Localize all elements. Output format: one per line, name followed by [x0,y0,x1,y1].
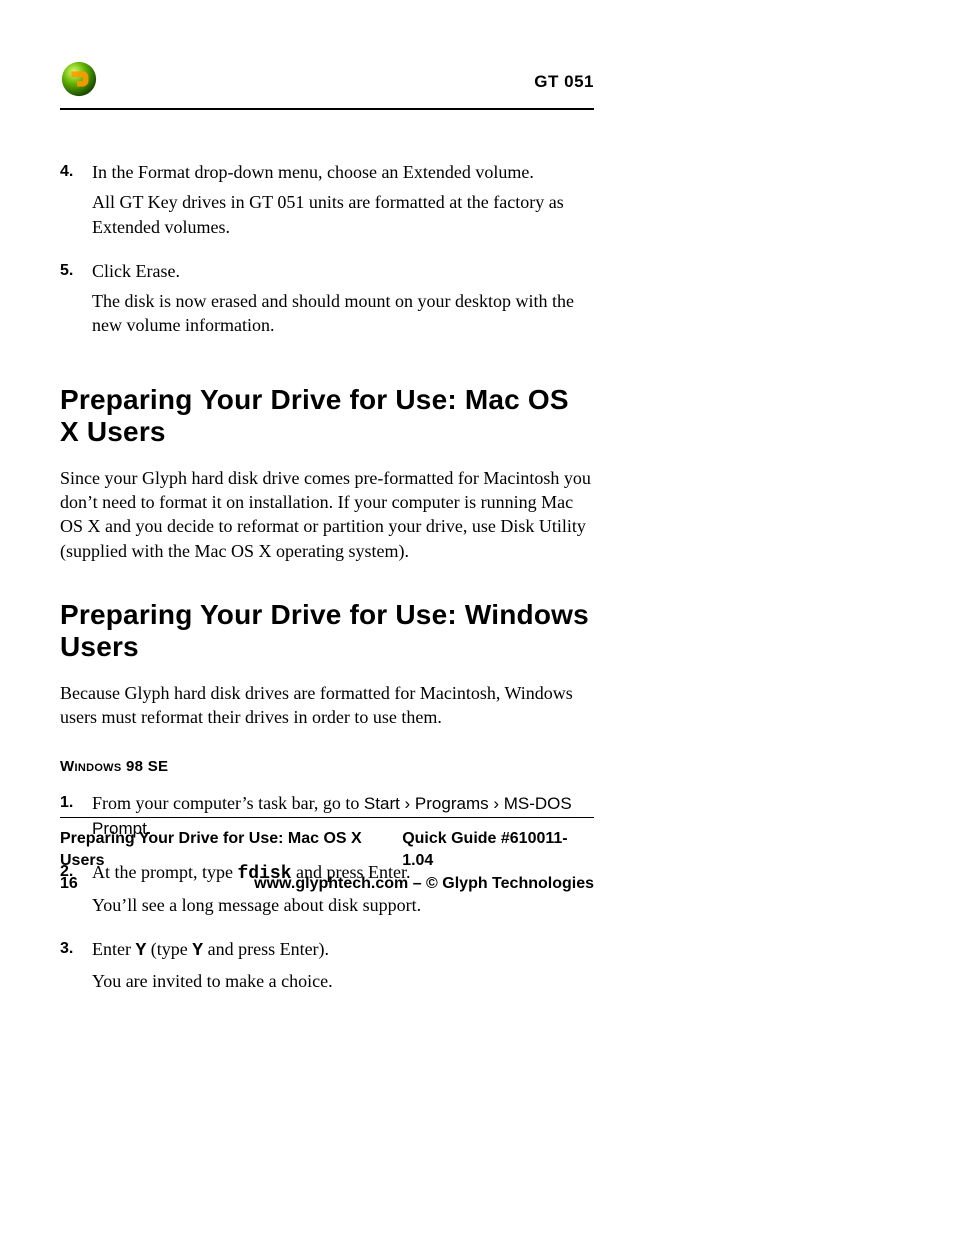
step-number: 4. [60,160,92,183]
section-paragraph: Because Glyph hard disk drives are forma… [60,681,594,730]
text-run: (type [146,939,192,959]
footer-row: 16 www.glyphtech.com – © Glyph Technolog… [60,873,594,895]
footer-page-number: 16 [60,873,78,895]
footer-divider [60,817,594,818]
step-body: Enter Y (type Y and press Enter). You ar… [92,937,594,1000]
text-run: Enter [92,939,135,959]
step-item: 4. In the Format drop-down menu, choose … [60,160,594,245]
step-number: 1. [60,791,92,814]
section-paragraph: Since your Glyph hard disk drive comes p… [60,466,594,563]
step-text: You are invited to make a choice. [92,969,594,993]
footer-copyright: www.glyphtech.com – © Glyph Technologies [254,873,594,895]
section-heading-windows: Preparing Your Drive for Use: Windows Us… [60,599,594,663]
footer-guide-id: Quick Guide #610011-1.04 [402,828,594,873]
step-body: In the Format drop-down menu, choose an … [92,160,594,245]
text-run: and press Enter). [203,939,329,959]
step-text: In the Format drop-down menu, choose an … [92,160,594,184]
step-item: 3. Enter Y (type Y and press Enter). You… [60,937,594,1000]
step-body: Click Erase. The disk is now erased and … [92,259,594,344]
step-number: 5. [60,259,92,282]
footer-section-title: Preparing Your Drive for Use: Mac OS X U… [60,828,402,873]
document-id: GT 051 [534,72,594,92]
page-footer: Preparing Your Drive for Use: Mac OS X U… [60,817,594,895]
subheading-windows98: Windows 98 SE [60,758,594,775]
step-text: You’ll see a long message about disk sup… [92,893,594,917]
step-number: 3. [60,937,92,960]
text-run: From your computer’s task bar, go to [92,793,364,813]
page: GT 051 4. In the Format drop-down menu, … [0,0,954,1235]
subhead-text: indows 98 SE [74,758,168,775]
step-text: The disk is now erased and should mount … [92,289,594,338]
step-text: All GT Key drives in GT 051 units are fo… [92,190,594,239]
section-heading-mac: Preparing Your Drive for Use: Mac OS X U… [60,384,594,448]
footer-row: Preparing Your Drive for Use: Mac OS X U… [60,828,594,873]
step-item: 5. Click Erase. The disk is now erased a… [60,259,594,344]
page-header: GT 051 [60,60,894,100]
subhead-text: W [60,758,74,775]
header-divider [60,108,594,110]
step-text: Enter Y (type Y and press Enter). [92,937,594,963]
command-text: Y [192,941,203,961]
brand-logo-icon [60,60,98,98]
command-text: Y [135,941,146,961]
step-text: Click Erase. [92,259,594,283]
steps-continued: 4. In the Format drop-down menu, choose … [60,160,594,344]
